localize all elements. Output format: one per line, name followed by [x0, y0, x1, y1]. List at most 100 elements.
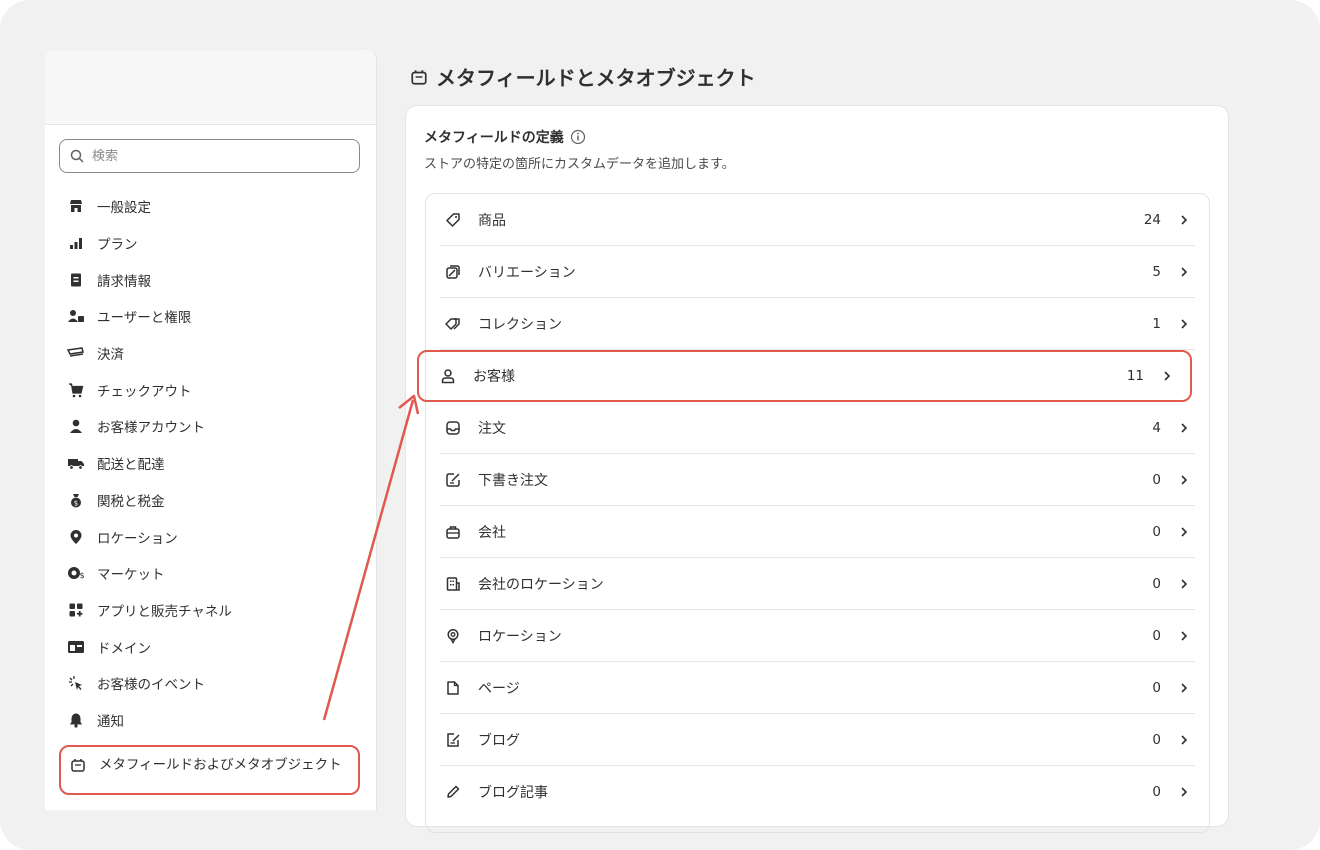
- list-item-blogs[interactable]: ブログ 0: [440, 714, 1195, 766]
- collection-icon: [444, 315, 462, 333]
- sidebar-item-label: 関税と税金: [97, 493, 165, 510]
- sidebar-item-locations[interactable]: ロケーション: [59, 518, 364, 555]
- list-item-count: 0: [1152, 523, 1161, 540]
- sidebar-item-label: 通知: [97, 713, 124, 730]
- list-item-orders[interactable]: 注文 4: [440, 402, 1195, 454]
- apps-icon: [67, 601, 85, 619]
- chevron-right-icon: [1162, 370, 1174, 382]
- sidebar-item-label: ロケーション: [97, 530, 178, 547]
- list-item-count: 5: [1152, 263, 1161, 280]
- page-title: メタフィールドとメタオブジェクト: [410, 62, 756, 91]
- card-description: ストアの特定の箇所にカスタムデータを追加します。: [424, 157, 735, 172]
- sidebar-item-customer-accounts[interactable]: お客様アカウント: [59, 408, 364, 445]
- sidebar-item-customer-events[interactable]: お客様のイベント: [59, 665, 364, 702]
- sidebar-item-general[interactable]: 一般設定: [59, 188, 364, 225]
- list-item-count: 1: [1152, 315, 1161, 332]
- search-box[interactable]: [59, 139, 360, 173]
- list-item-label: コレクション: [478, 316, 562, 333]
- list-item-count: 0: [1152, 471, 1161, 488]
- sidebar-item-label: 請求情報: [97, 273, 151, 290]
- pencil-icon: [444, 783, 462, 801]
- list-item-label: 会社: [478, 524, 506, 541]
- sidebar-item-domains[interactable]: ドメイン: [59, 628, 364, 665]
- list-item-draft-orders[interactable]: 下書き注文 0: [440, 454, 1195, 506]
- list-item-blog-posts[interactable]: ブログ記事 0: [440, 766, 1195, 818]
- sidebar-item-label: ドメイン: [97, 640, 151, 657]
- domain-icon: [67, 638, 85, 656]
- cart-icon: [67, 381, 85, 399]
- sidebar-item-shipping[interactable]: 配送と配達: [59, 445, 364, 482]
- variant-icon: [444, 263, 462, 281]
- pin-icon: [444, 627, 462, 645]
- list-item-customers[interactable]: お客様 11: [417, 350, 1192, 402]
- money-bag-icon: $: [67, 491, 85, 509]
- list-item-locations[interactable]: ロケーション 0: [440, 610, 1195, 662]
- chevron-right-icon: [1179, 578, 1191, 590]
- draft-icon: [444, 471, 462, 489]
- list-item-label: 下書き注文: [478, 472, 548, 489]
- chevron-right-icon: [1179, 266, 1191, 278]
- card-title-text: メタフィールドの定義: [424, 130, 564, 146]
- sidebar-item-duties[interactable]: $ 関税と税金: [59, 482, 364, 519]
- list-item-count: 0: [1152, 679, 1161, 696]
- sidebar-item-users[interactable]: ユーザーと権限: [59, 298, 364, 335]
- bell-icon: [67, 711, 85, 729]
- sidebar-item-checkout[interactable]: チェックアウト: [59, 371, 364, 408]
- list-item-collections[interactable]: コレクション 1: [440, 298, 1195, 350]
- globe-icon: $: [67, 564, 85, 582]
- search-input[interactable]: [92, 148, 332, 164]
- search-icon: [70, 149, 84, 163]
- sidebar-item-label: マーケット: [97, 567, 165, 584]
- users-icon: [67, 307, 85, 325]
- sidebar-item-payments[interactable]: 決済: [59, 335, 364, 372]
- list-item-count: 0: [1152, 627, 1161, 644]
- list-item-label: ロケーション: [478, 628, 562, 645]
- list-item-label: 注文: [478, 420, 506, 437]
- list-item-companies[interactable]: 会社 0: [440, 506, 1195, 558]
- chevron-right-icon: [1179, 474, 1191, 486]
- list-item-label: ブログ記事: [478, 785, 548, 801]
- sidebar-item-metafields[interactable]: メタフィールドおよびメタオブジェクト: [59, 745, 360, 795]
- app-frame: 一般設定 プラン 請求情報 ユーザーと権限 決済 チェックアウト: [0, 0, 1320, 850]
- sidebar-header: [45, 50, 376, 125]
- list-item-products[interactable]: 商品 24: [440, 194, 1195, 246]
- sidebar-item-label: プラン: [97, 237, 138, 254]
- metafield-icon: [69, 756, 87, 774]
- sidebar-item-plan[interactable]: プラン: [59, 225, 364, 262]
- sidebar-item-billing[interactable]: 請求情報: [59, 261, 364, 298]
- list-item-count: 11: [1126, 368, 1144, 384]
- sidebar-item-apps[interactable]: アプリと販売チャネル: [59, 592, 364, 629]
- inbox-icon: [444, 419, 462, 437]
- sidebar-item-markets[interactable]: $ マーケット: [59, 555, 364, 592]
- info-icon[interactable]: [570, 129, 586, 145]
- resource-list: 商品 24 バリエーション 5 コレクション 1 お客様 11 注文 4 下書き…: [417, 193, 1210, 833]
- list-item-label: 商品: [478, 212, 506, 229]
- list-item-pages[interactable]: ページ 0: [440, 662, 1195, 714]
- sidebar-item-label: 決済: [97, 347, 124, 364]
- svg-text:$: $: [74, 499, 78, 507]
- chevron-right-icon: [1179, 734, 1191, 746]
- payments-icon: [67, 344, 85, 362]
- person-outline-icon: [439, 367, 457, 385]
- metafield-definitions-card: メタフィールドの定義 ストアの特定の箇所にカスタムデータを追加します。 商品 2…: [405, 105, 1229, 833]
- chevron-right-icon: [1179, 682, 1191, 694]
- person-icon: [67, 417, 85, 435]
- truck-icon: [67, 454, 85, 472]
- metafield-icon: [410, 68, 428, 86]
- list-item-label: バリエーション: [478, 264, 576, 281]
- list-item-count: 0: [1152, 731, 1161, 748]
- location-icon: [67, 528, 85, 546]
- chevron-right-icon: [1179, 318, 1191, 330]
- list-item-count: 0: [1152, 784, 1161, 800]
- list-item-variants[interactable]: バリエーション 5: [440, 246, 1195, 298]
- sidebar-nav: 一般設定 プラン 請求情報 ユーザーと権限 決済 チェックアウト お客様アカウン…: [59, 188, 364, 795]
- tag-icon: [444, 211, 462, 229]
- sidebar-item-label: メタフィールドおよびメタオブジェクト: [98, 757, 342, 773]
- chevron-right-icon: [1179, 786, 1191, 798]
- sidebar-item-notifications[interactable]: 通知: [59, 702, 364, 739]
- list-item-company-locations[interactable]: 会社のロケーション 0: [440, 558, 1195, 610]
- list-item-count: 0: [1152, 575, 1161, 592]
- billing-icon: [67, 271, 85, 289]
- list-item-count: 4: [1152, 419, 1161, 436]
- cursor-icon: [67, 674, 85, 692]
